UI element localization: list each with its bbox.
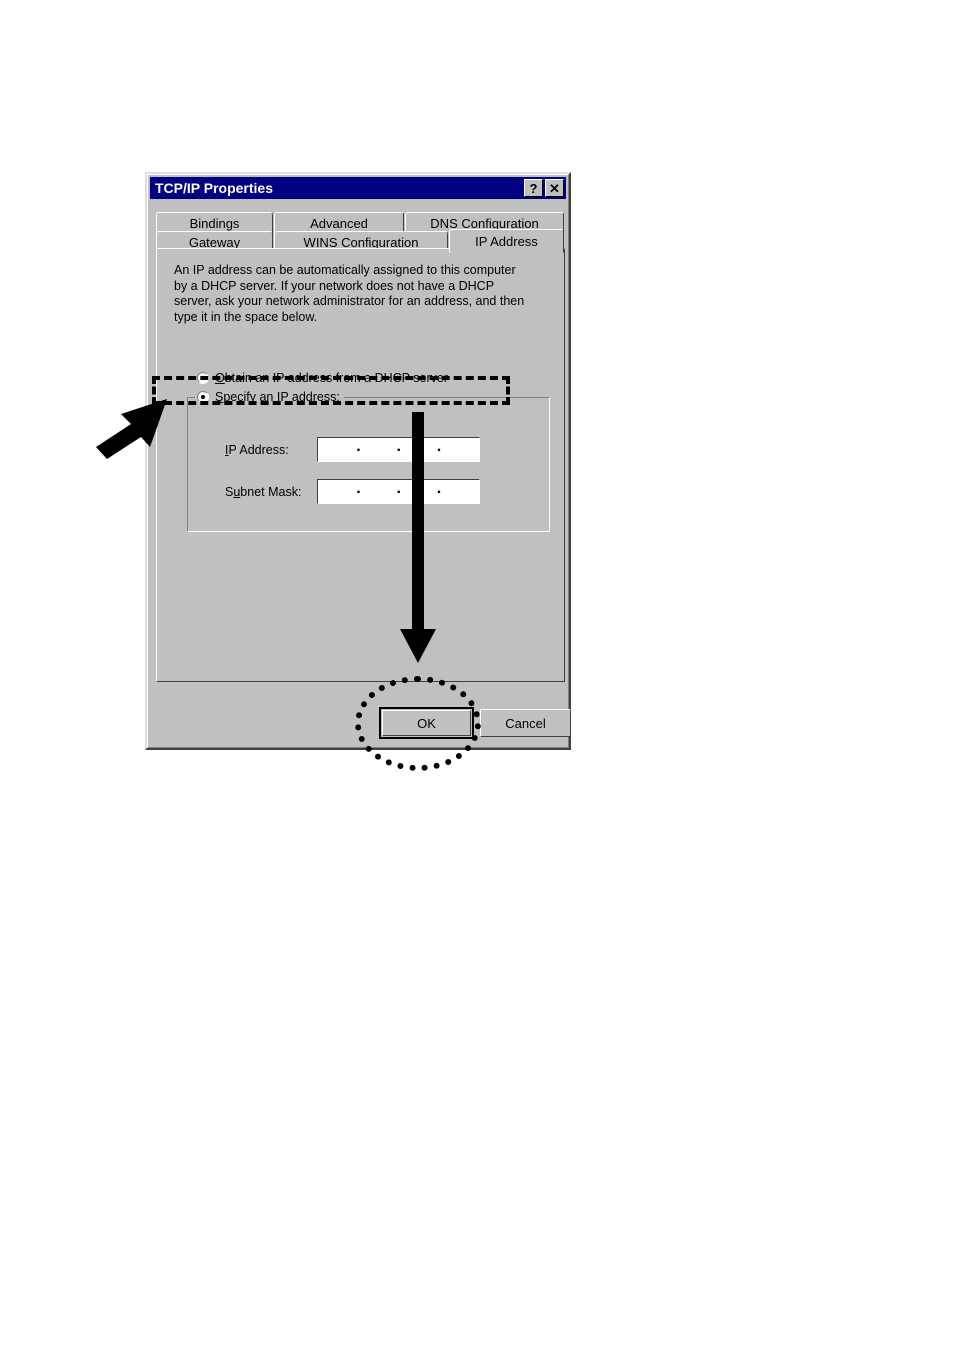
ok-button-highlight-circle [355,676,481,771]
ip-address-label: IP Address: [225,443,317,457]
radio-button-icon-specify[interactable] [197,391,209,403]
cancel-button[interactable]: Cancel [480,709,571,737]
tcpip-properties-dialog: TCP/IP Properties ? ✕ Bindings Advanced … [145,172,571,750]
tab-content-panel: An IP address can be automatically assig… [156,248,565,682]
subnet-mask-row: Subnet Mask: [225,479,480,504]
ip-address-label-rest: P Address: [228,442,289,457]
subnet-mask-label-rest: bnet Mask: [240,484,302,499]
title-bar[interactable]: TCP/IP Properties ? ✕ [150,177,566,199]
subnet-mask-label: Subnet Mask: [225,485,317,499]
radio-label-obtain-dhcp-rest: btain an IP address from a DHCP server [224,371,448,385]
tab-strip: Bindings Advanced DNS Configuration Gate… [156,212,565,253]
radio-obtain-dhcp[interactable]: Obtain an IP address from a DHCP server [197,371,448,385]
subnet-mask-input[interactable] [317,479,480,504]
tab-ip-address[interactable]: IP Address [449,229,564,253]
radio-button-icon-dhcp[interactable] [197,372,209,384]
help-icon[interactable]: ? [524,179,543,197]
close-icon[interactable]: ✕ [545,179,564,197]
specify-ip-groupbox [187,397,550,532]
radio-label-obtain-dhcp: Obtain an IP address from a DHCP server [215,371,448,385]
tab-bindings[interactable]: Bindings [156,212,273,233]
tab-advanced[interactable]: Advanced [274,212,404,233]
radio-label-specify-ip-rest: pecify an IP address: [223,390,340,404]
radio-label-specify-ip: Specify an IP address: [215,390,340,404]
description-text: An IP address can be automatically assig… [174,263,525,324]
radio-specify-ip[interactable]: Specify an IP address: [195,390,344,404]
window-title: TCP/IP Properties [155,180,274,196]
ip-address-input[interactable] [317,437,480,462]
accelerator-letter-o: O [215,371,225,385]
ip-address-row: IP Address: [225,437,480,462]
